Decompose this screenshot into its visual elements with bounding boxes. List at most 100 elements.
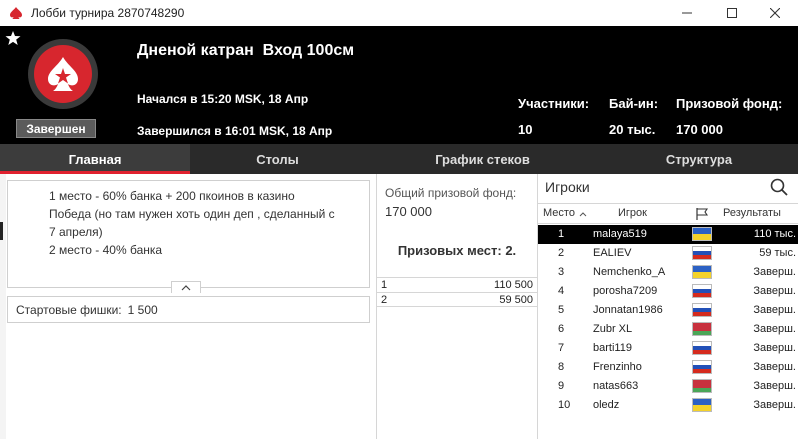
close-button[interactable] — [752, 0, 798, 26]
tab-bar: Главная Столы График стеков Структура — [0, 144, 798, 174]
table-row[interactable]: 10 oledz Заверш. — [538, 396, 798, 415]
title-bar: Лобби турнира 2870748290 — [0, 0, 798, 26]
description-line: 7 апреля) — [49, 225, 103, 239]
prize-places-count: Призовых мест: 2. — [397, 243, 517, 258]
table-row[interactable]: 5 Jonnatan1986 Заверш. — [538, 301, 798, 320]
table-row[interactable]: 6 Zubr XL Заверш. — [538, 320, 798, 339]
player-name: oledz — [593, 399, 620, 411]
payout-table: 1 110 500 2 59 500 — [377, 277, 537, 307]
player-name: Jonnatan1986 — [593, 304, 663, 316]
table-row[interactable]: 8 Frenzinho Заверш. — [538, 358, 798, 377]
table-row[interactable]: 3 Nemchenko_A Заверш. — [538, 263, 798, 282]
player-name: EALIEV — [593, 247, 632, 259]
stat-value-buyin: 20 тыс. — [609, 122, 656, 137]
player-place: 4 — [558, 285, 565, 297]
tab-stack-chart[interactable]: График стеков — [390, 144, 575, 174]
player-name: barti119 — [593, 342, 632, 354]
player-result: Заверш. — [753, 304, 796, 316]
maximize-button[interactable] — [709, 0, 755, 26]
player-result: Заверш. — [753, 399, 796, 411]
pokerstars-app-icon — [10, 7, 22, 19]
stat-value-entrants: 10 — [518, 122, 533, 137]
player-result: Заверш. — [753, 361, 796, 373]
russia-flag-icon — [692, 360, 712, 374]
column-header-results[interactable]: Результаты — [723, 207, 781, 219]
start-time: Начался в 15:20 MSK, 18 Апр — [137, 92, 309, 106]
payout-row: 1 110 500 — [377, 277, 537, 292]
player-place: 9 — [558, 380, 565, 392]
table-row[interactable]: 1 malaya519 110 тыс. — [538, 225, 798, 244]
column-header-player[interactable]: Игрок — [618, 207, 647, 219]
player-name: Frenzinho — [593, 361, 642, 373]
player-place: 10 — [558, 399, 571, 411]
belarus-flag-icon — [692, 322, 712, 336]
belarus-flag-icon — [692, 379, 712, 393]
ukraine-flag-icon — [692, 227, 712, 241]
description-line: 1 место - 60% банка + 200 пкоинов в кази… — [49, 189, 295, 203]
collapse-description-button[interactable] — [171, 281, 201, 293]
player-result: 59 тыс. — [759, 247, 796, 259]
ukraine-flag-icon — [692, 265, 712, 279]
player-result: Заверш. — [753, 323, 796, 335]
end-time: Завершился в 16:01 MSK, 18 Апр — [137, 124, 333, 138]
tab-tables[interactable]: Столы — [190, 144, 365, 174]
column-header-place[interactable]: Место — [543, 207, 575, 219]
russia-flag-icon — [692, 303, 712, 317]
window-title: Лобби турнира 2870748290 — [31, 6, 185, 20]
spade-star-icon — [48, 57, 78, 91]
player-place: 2 — [558, 247, 565, 259]
russia-flag-icon — [692, 284, 712, 298]
flag-column-icon[interactable] — [695, 207, 709, 221]
starting-chips: Стартовые фишки: 1 500 — [7, 296, 370, 323]
payout-amount: 110 500 — [494, 279, 533, 291]
stat-label-buyin: Бай-ин: — [609, 96, 659, 111]
favorite-star-icon[interactable] — [5, 30, 21, 46]
player-result: Заверш. — [753, 342, 796, 354]
player-place: 7 — [558, 342, 565, 354]
prize-pool-value: 170 000 — [385, 204, 432, 219]
maximize-icon — [727, 8, 737, 18]
description-line: Победа (но там нужен хоть один деп , сде… — [49, 207, 335, 221]
player-name: porosha7209 — [593, 285, 658, 297]
starting-chips-label: Стартовые фишки: — [16, 302, 122, 317]
table-row[interactable]: 4 porosha7209 Заверш. — [538, 282, 798, 301]
payout-place: 2 — [381, 294, 388, 306]
pokerstars-logo — [28, 39, 98, 109]
player-result: Заверш. — [753, 266, 796, 278]
player-result: Заверш. — [753, 285, 796, 297]
player-name: malaya519 — [593, 228, 647, 240]
chevron-up-icon — [181, 284, 191, 290]
stat-label-entrants: Участники: — [518, 96, 590, 111]
description-line: 2 место - 40% банка — [49, 243, 163, 257]
player-name: Nemchenko_A — [593, 266, 666, 278]
players-title: Игроки — [545, 179, 590, 195]
search-icon[interactable] — [770, 178, 788, 196]
table-row[interactable]: 7 barti119 Заверш. — [538, 339, 798, 358]
player-place: 1 — [558, 228, 565, 240]
player-result: Заверш. — [753, 380, 796, 392]
table-row[interactable]: 2 EALIEV 59 тыс. — [538, 244, 798, 263]
left-edge-strip — [0, 174, 6, 439]
tab-structure[interactable]: Структура — [600, 144, 798, 174]
stat-value-prizepool: 170 000 — [676, 122, 723, 137]
payout-amount: 59 500 — [499, 294, 533, 306]
table-row[interactable]: 9 natas663 Заверш. — [538, 377, 798, 396]
starting-chips-value: 1 500 — [127, 302, 158, 317]
players-table-header: Место Игрок Результаты — [538, 203, 798, 224]
tournament-header: Завершен Дненой катран Вход 100см Началс… — [0, 26, 798, 144]
player-place: 6 — [558, 323, 565, 335]
russia-flag-icon — [692, 341, 712, 355]
left-edge-marker — [0, 222, 3, 240]
tab-main[interactable]: Главная — [0, 144, 190, 174]
player-place: 3 — [558, 266, 565, 278]
player-place: 5 — [558, 304, 565, 316]
minimize-button[interactable] — [664, 0, 710, 26]
russia-flag-icon — [692, 246, 712, 260]
ukraine-flag-icon — [692, 398, 712, 412]
minimize-icon — [682, 12, 692, 14]
tournament-name: Дненой катран Вход 100см — [137, 42, 355, 59]
payout-place: 1 — [381, 279, 388, 291]
tournament-description: 1 место - 60% банка + 200 пкоинов в кази… — [7, 180, 370, 288]
player-place: 8 — [558, 361, 565, 373]
player-result: 110 тыс. — [753, 228, 796, 240]
